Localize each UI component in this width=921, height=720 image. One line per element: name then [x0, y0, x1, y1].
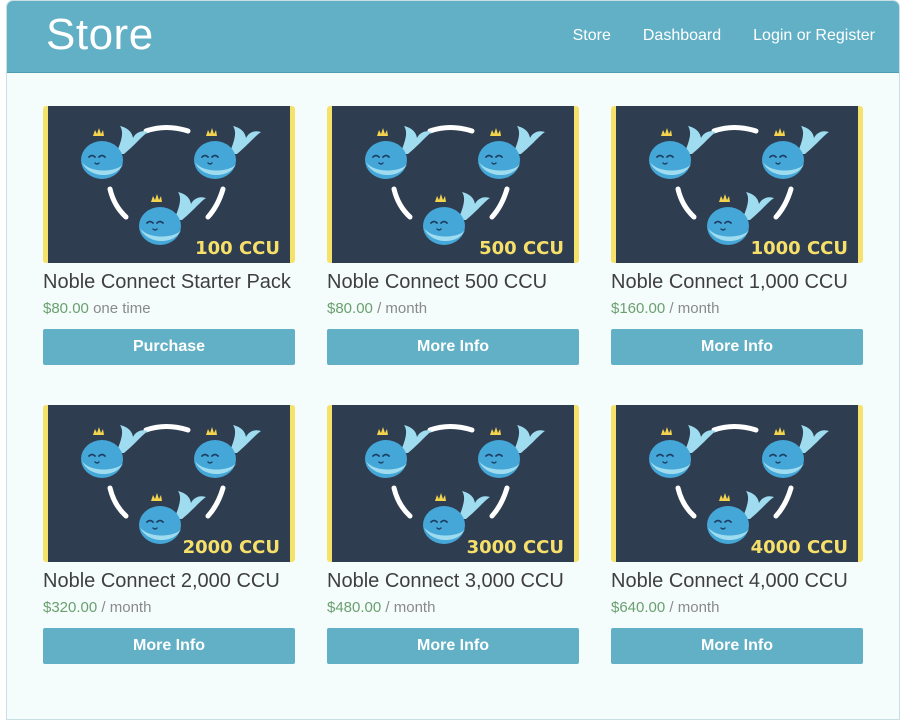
nav-dashboard[interactable]: Dashboard	[643, 27, 721, 45]
product-image[interactable]: 4000 CCU	[611, 405, 863, 562]
product-card: 2000 CCU Noble Connect 2,000 CCU $320.00…	[43, 405, 295, 664]
product-price: $80.00 / month	[327, 300, 579, 317]
nav-store[interactable]: Store	[573, 27, 611, 45]
product-card: 1000 CCU Noble Connect 1,000 CCU $160.00…	[611, 106, 863, 365]
price-amount: $80.00	[43, 300, 89, 317]
product-image[interactable]: 500 CCU	[327, 106, 579, 263]
price-period: one time	[93, 300, 151, 317]
product-price: $160.00 / month	[611, 300, 863, 317]
page-frame: Store Store Dashboard Login or Register	[6, 0, 900, 720]
product-image[interactable]: 3000 CCU	[327, 405, 579, 562]
ccu-badge: 3000 CCU	[466, 537, 564, 558]
product-title[interactable]: Noble Connect Starter Pack	[43, 271, 295, 294]
ccu-badge: 1000 CCU	[750, 238, 848, 259]
price-period: / month	[377, 300, 428, 317]
purchase-button[interactable]: Purchase	[43, 329, 295, 365]
product-price: $320.00 / month	[43, 599, 295, 616]
product-title[interactable]: Noble Connect 500 CCU	[327, 271, 579, 294]
brand-title[interactable]: Store	[46, 10, 154, 60]
price-amount: $640.00	[611, 599, 666, 616]
more-info-button[interactable]: More Info	[611, 628, 863, 664]
ccu-badge: 100 CCU	[195, 238, 280, 259]
ccu-badge: 4000 CCU	[750, 537, 848, 558]
ccu-badge: 500 CCU	[479, 238, 564, 259]
more-info-button[interactable]: More Info	[327, 329, 579, 365]
product-title[interactable]: Noble Connect 2,000 CCU	[43, 570, 295, 593]
ccu-badge: 2000 CCU	[182, 537, 280, 558]
more-info-button[interactable]: More Info	[43, 628, 295, 664]
product-card: 3000 CCU Noble Connect 3,000 CCU $480.00…	[327, 405, 579, 664]
price-period: / month	[385, 599, 436, 616]
product-title[interactable]: Noble Connect 1,000 CCU	[611, 271, 863, 294]
site-header: Store Store Dashboard Login or Register	[7, 1, 899, 73]
nav-login-register[interactable]: Login or Register	[753, 27, 875, 45]
product-image[interactable]: 100 CCU	[43, 106, 295, 263]
product-card: 4000 CCU Noble Connect 4,000 CCU $640.00…	[611, 405, 863, 664]
product-image[interactable]: 1000 CCU	[611, 106, 863, 263]
top-nav: Store Dashboard Login or Register	[573, 27, 875, 45]
more-info-button[interactable]: More Info	[327, 628, 579, 664]
price-amount: $160.00	[611, 300, 666, 317]
more-info-button[interactable]: More Info	[611, 329, 863, 365]
product-grid: 100 CCU Noble Connect Starter Pack $80.0…	[43, 106, 864, 664]
product-title[interactable]: Noble Connect 4,000 CCU	[611, 570, 863, 593]
product-price: $640.00 / month	[611, 599, 863, 616]
product-price: $480.00 / month	[327, 599, 579, 616]
product-price: $80.00 one time	[43, 300, 295, 317]
product-image[interactable]: 2000 CCU	[43, 405, 295, 562]
price-period: / month	[669, 300, 720, 317]
price-amount: $80.00	[327, 300, 373, 317]
product-card: 500 CCU Noble Connect 500 CCU $80.00 / m…	[327, 106, 579, 365]
price-period: / month	[669, 599, 720, 616]
product-card: 100 CCU Noble Connect Starter Pack $80.0…	[43, 106, 295, 365]
price-amount: $320.00	[43, 599, 98, 616]
product-title[interactable]: Noble Connect 3,000 CCU	[327, 570, 579, 593]
price-amount: $480.00	[327, 599, 382, 616]
price-period: / month	[101, 599, 152, 616]
